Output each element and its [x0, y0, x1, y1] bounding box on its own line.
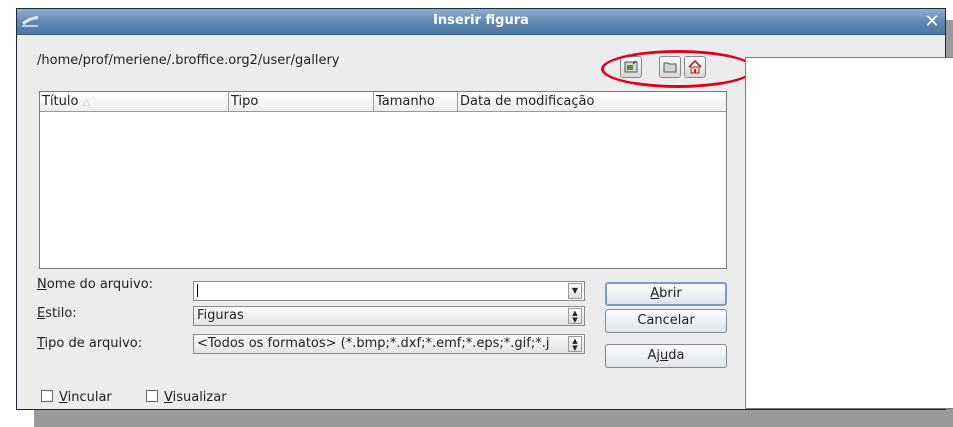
filename-input[interactable]: ▼: [193, 281, 585, 301]
current-path: /home/prof/meriene/.broffice.org2/user/g…: [37, 53, 340, 68]
filetype-select[interactable]: <Todos os formatos> (*.bmp;*.dxf;*.emf;*…: [193, 334, 585, 354]
text-cursor: [197, 284, 198, 297]
insert-image-dialog: Inserir figura ✕ /home/prof/meriene/.bro…: [16, 8, 953, 410]
sort-ascending-icon: △: [82, 97, 91, 108]
help-button[interactable]: Ajuda: [605, 344, 727, 368]
link-checkbox[interactable]: Vincular: [41, 390, 112, 405]
column-title[interactable]: Título △: [40, 92, 229, 111]
column-type-label: Tipo: [231, 94, 259, 109]
window-title: Inserir figura: [433, 13, 529, 28]
filetype-select-value: <Todos os formatos> (*.bmp;*.dxf;*.emf;*…: [197, 336, 550, 351]
column-modified-date-label: Data de modificação: [460, 94, 595, 109]
window-shadow-bottom: [34, 410, 953, 427]
style-select[interactable]: Figuras ▲ ▼: [193, 306, 585, 326]
spin-arrows-icon[interactable]: ▲ ▼: [568, 308, 582, 324]
file-list-header: Título △ Tipo Tamanho Data de modificação: [40, 92, 726, 112]
filename-label: Nome do arquivo:: [37, 277, 154, 292]
preview-checkbox[interactable]: Visualizar: [146, 390, 227, 405]
style-select-value: Figuras: [197, 308, 244, 323]
style-label: Estilo:: [37, 306, 77, 321]
file-list[interactable]: Título △ Tipo Tamanho Data de modificação: [39, 91, 727, 269]
open-button[interactable]: Abrir: [605, 282, 727, 306]
checkbox-box[interactable]: [41, 390, 53, 402]
column-type[interactable]: Tipo: [229, 92, 374, 111]
preview-pane: [745, 57, 953, 409]
column-size-label: Tamanho: [376, 94, 435, 109]
column-modified-date[interactable]: Data de modificação: [458, 92, 726, 111]
filetype-label: Tipo de arquivo:: [37, 336, 143, 351]
title-bar[interactable]: Inserir figura ✕: [17, 9, 945, 35]
cancel-button[interactable]: Cancelar: [605, 309, 727, 333]
checkbox-box[interactable]: [146, 390, 158, 402]
chevron-down-icon[interactable]: ▼: [568, 283, 582, 299]
toolbar-highlight-ellipse: [601, 50, 755, 88]
column-title-label: Título: [42, 94, 79, 109]
spin-arrows-icon[interactable]: ▲ ▼: [568, 336, 582, 352]
column-size[interactable]: Tamanho: [374, 92, 458, 111]
close-icon[interactable]: ✕: [922, 12, 942, 32]
